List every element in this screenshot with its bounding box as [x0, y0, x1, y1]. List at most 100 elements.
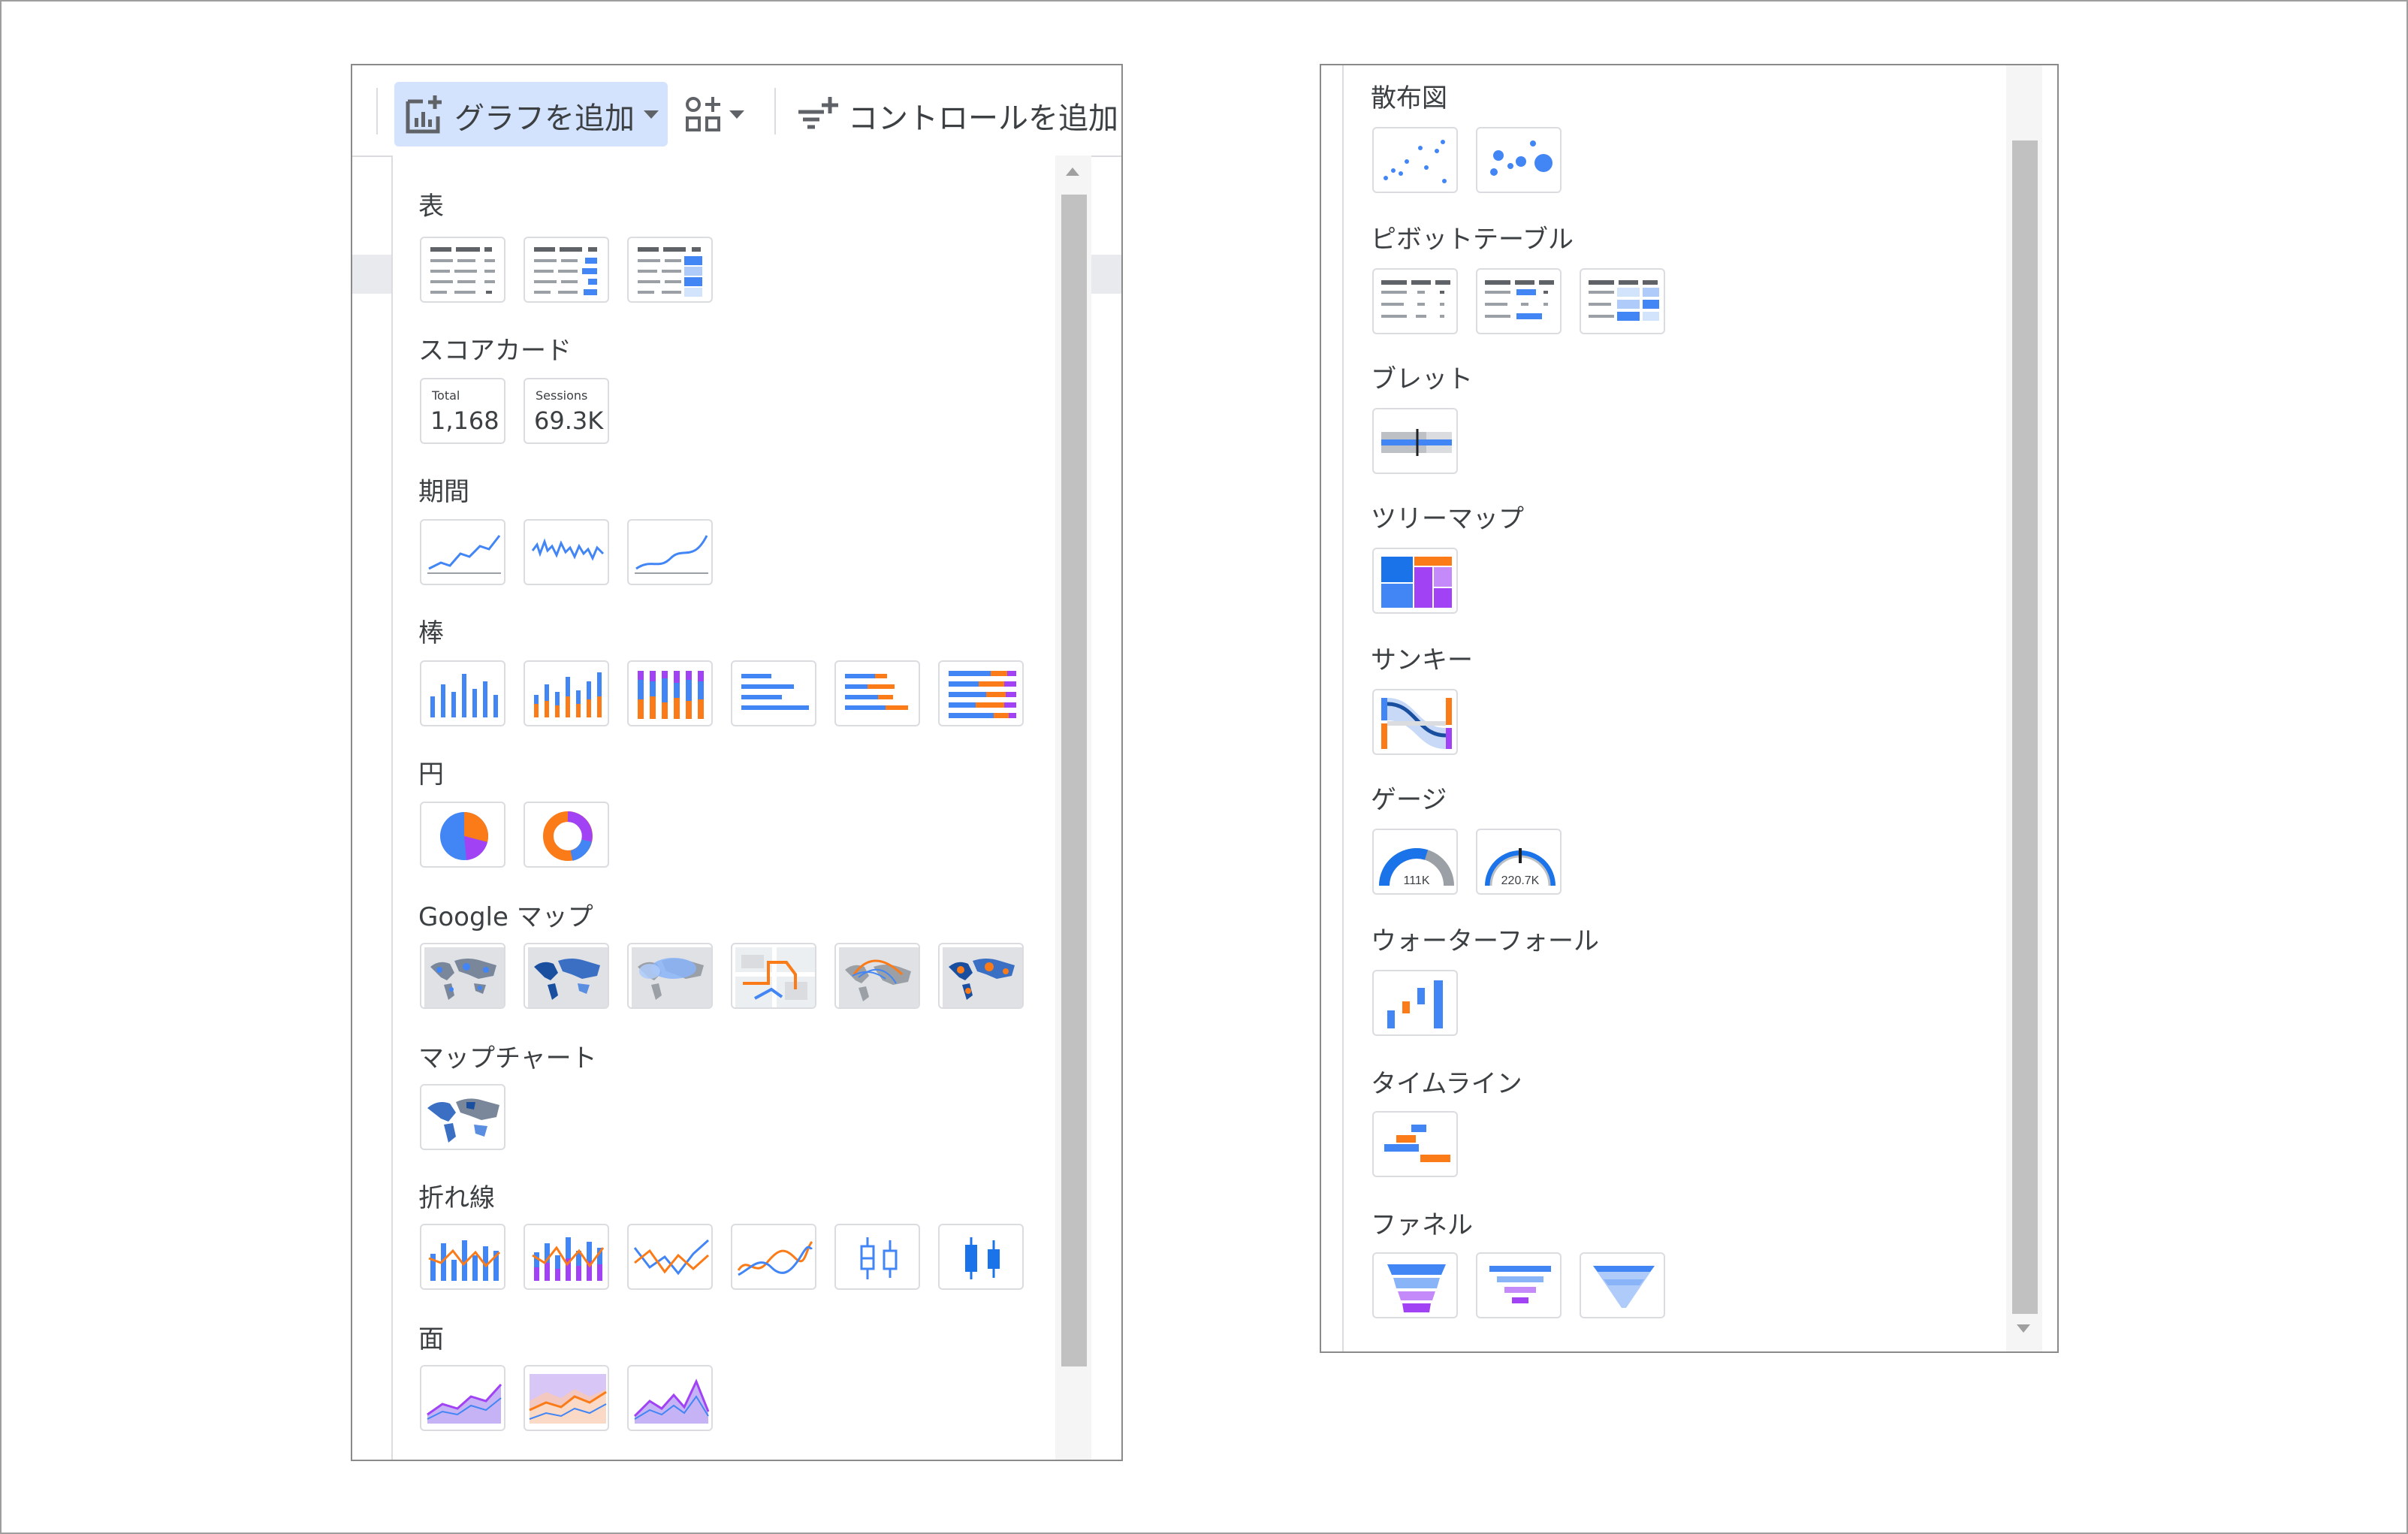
section-title-table: 表 — [418, 192, 444, 222]
funnel-smooth-icon — [1593, 1266, 1655, 1308]
scrollbar-thumb[interactable] — [1061, 195, 1087, 1366]
bullet-chart-icon — [1381, 429, 1452, 456]
chart-option-table[interactable] — [420, 237, 505, 303]
add-control-label: コントロールを追加 — [848, 101, 1118, 136]
toolbar: グラフを追加 コントロールを追加 — [352, 65, 1121, 156]
chart-option-100-stacked-bar[interactable] — [938, 660, 1024, 726]
bar-chart-icon — [741, 674, 809, 710]
chart-option-funnel[interactable] — [1372, 1252, 1458, 1318]
chart-option-bubble-map[interactable] — [420, 943, 505, 1009]
chart-option-bullet[interactable] — [1372, 408, 1458, 474]
chevron-down-icon — [729, 110, 744, 119]
section-title-gauge: ゲージ — [1371, 785, 1447, 815]
panel-edge — [1342, 65, 1344, 1351]
section-title-google-maps: Google マップ — [418, 902, 593, 932]
scroll-up-icon[interactable] — [1066, 168, 1079, 176]
stacked-column-icon — [534, 672, 602, 717]
add-chart-icon — [406, 95, 442, 134]
chart-option-area[interactable] — [420, 1365, 505, 1431]
toolbar-separator — [774, 88, 776, 134]
section-title-funnel: ファネル — [1371, 1210, 1473, 1240]
funnel-bar-icon — [1489, 1266, 1551, 1303]
pivot-table-bars-icon — [1485, 280, 1554, 319]
chart-option-stacked-bar[interactable] — [834, 660, 920, 726]
stacked-area-icon — [529, 1374, 607, 1424]
chart-option-combo[interactable] — [420, 1224, 505, 1290]
chart-option-stacked-combo[interactable] — [524, 1224, 609, 1290]
chart-option-100-stacked-column[interactable] — [627, 660, 713, 726]
chart-option-scorecard-compact[interactable]: Sessions 69.3K — [524, 378, 609, 444]
area-chart-icon — [427, 1383, 502, 1424]
chart-option-waterfall[interactable] — [1372, 970, 1458, 1036]
chart-option-sankey[interactable] — [1372, 689, 1458, 755]
scatter-chart-icon — [1384, 140, 1447, 183]
chart-option-time-series[interactable] — [420, 519, 505, 585]
chart-option-smoothed-line[interactable] — [731, 1224, 816, 1290]
chart-option-heatmap-map[interactable] — [627, 943, 713, 1009]
chart-option-timeline[interactable] — [1372, 1111, 1458, 1177]
combo-map-icon — [943, 947, 1022, 1007]
section-title-bullet: ブレット — [1371, 364, 1473, 394]
chart-option-stacked-area[interactable] — [524, 1365, 609, 1431]
chart-option-column[interactable] — [420, 660, 505, 726]
section-title-scorecard: スコアカード — [418, 336, 572, 366]
chart-option-bar[interactable] — [731, 660, 816, 726]
chart-option-bubble[interactable] — [1476, 127, 1562, 193]
chart-option-100-stacked-area[interactable] — [627, 1365, 713, 1431]
scroll-down-icon[interactable] — [2017, 1324, 2030, 1333]
chart-option-stacked-column[interactable] — [524, 660, 609, 726]
chart-option-gauge[interactable]: 111K — [1372, 829, 1458, 895]
candlestick-filled-icon — [965, 1237, 1000, 1279]
add-control-button[interactable]: コントロールを追加 — [795, 82, 1121, 146]
add-component-button[interactable] — [680, 82, 752, 146]
chart-option-line-chart[interactable] — [627, 1224, 713, 1290]
chart-option-pivot-table-heatmap[interactable] — [1580, 268, 1665, 334]
chart-option-pivot-table-bars[interactable] — [1476, 268, 1562, 334]
chart-option-table-heatmap[interactable] — [627, 237, 713, 303]
chart-option-pivot-table[interactable] — [1372, 268, 1458, 334]
chart-option-line-map[interactable] — [731, 943, 816, 1009]
section-title-map-chart: マップチャート — [418, 1043, 597, 1073]
chart-option-smoothed-time-series[interactable] — [627, 519, 713, 585]
chart-option-scatter[interactable] — [1372, 127, 1458, 193]
pivot-table-heatmap-icon — [1589, 280, 1659, 321]
chart-option-treemap[interactable] — [1372, 548, 1458, 614]
chart-option-gauge-with-ranges[interactable]: 220.7K — [1476, 829, 1562, 895]
section-title-treemap: ツリーマップ — [1371, 504, 1524, 534]
stacked-combo-icon — [532, 1237, 605, 1281]
column-chart-icon — [430, 674, 498, 717]
chart-option-geo-chart[interactable] — [420, 1084, 505, 1150]
table-icon — [430, 247, 495, 294]
chart-option-sparkline[interactable] — [524, 519, 609, 585]
chart-type-dropdown: 表 スコアカード Total 1,168 Sessions 69.3K 期間 棒… — [393, 156, 1091, 1460]
time-series-icon — [427, 535, 501, 574]
pie-chart-icon — [440, 812, 489, 860]
section-title-sankey: サンキー — [1371, 645, 1473, 675]
add-chart-button[interactable]: グラフを追加 — [394, 82, 668, 146]
chart-option-filled-map[interactable] — [524, 943, 609, 1009]
waterfall-icon — [1387, 980, 1443, 1028]
chart-option-donut[interactable] — [524, 802, 609, 868]
chart-option-funnel-bar[interactable] — [1476, 1252, 1562, 1318]
chart-option-scorecard[interactable]: Total 1,168 — [420, 378, 505, 444]
scrollbar-thumb[interactable] — [2012, 140, 2038, 1314]
combo-chart-icon — [428, 1240, 501, 1281]
chart-option-connection-map[interactable] — [834, 943, 920, 1009]
chart-option-candlestick-filled[interactable] — [938, 1224, 1024, 1290]
chart-option-table-bars[interactable] — [524, 237, 609, 303]
candlestick-icon — [860, 1237, 898, 1279]
geo-chart-icon — [427, 1098, 499, 1143]
scrollbar[interactable] — [2006, 65, 2042, 1351]
scrollbar[interactable] — [1055, 156, 1091, 1460]
chart-option-candlestick[interactable] — [834, 1224, 920, 1290]
chevron-down-icon — [644, 110, 659, 119]
toolbar-separator — [376, 88, 378, 134]
table-heatmap-icon — [638, 247, 702, 297]
chart-option-pie[interactable] — [420, 802, 505, 868]
gauge-icon: 111K — [1379, 848, 1454, 887]
full-stacked-bar-icon — [949, 671, 1016, 718]
chart-option-funnel-smooth[interactable] — [1580, 1252, 1665, 1318]
gauge-ranges-icon: 220.7K — [1485, 848, 1556, 887]
chart-option-combo-map[interactable] — [938, 943, 1024, 1009]
treemap-icon — [1381, 557, 1452, 608]
